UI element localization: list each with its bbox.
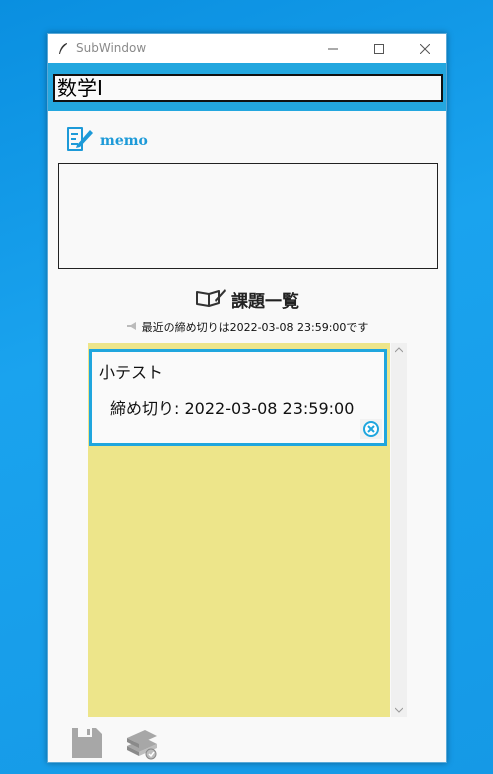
memo-pen-icon	[65, 125, 97, 157]
bottom-toolbar	[48, 724, 446, 762]
nearest-deadline-text: 最近の締め切りは2022-03-08 23:59:00です	[141, 321, 369, 334]
sub-window: SubWindow 数学Ⅰ memo 課題一覧 最近の締め切りは2022-03-…	[47, 33, 447, 763]
tasks-heading-text: 課題一覧	[231, 292, 299, 312]
title-bar[interactable]: SubWindow	[48, 34, 446, 63]
close-circle-icon	[360, 419, 382, 439]
tasks-heading: 課題一覧	[48, 287, 446, 312]
chevron-up-icon	[395, 347, 403, 353]
close-icon	[420, 43, 430, 54]
close-button[interactable]	[402, 34, 446, 63]
window-title: SubWindow	[76, 41, 147, 55]
task-card[interactable]: 小テスト 締め切り: 2022-03-08 23:59:00	[89, 349, 387, 446]
feather-icon	[57, 41, 69, 60]
minimize-icon	[328, 48, 338, 49]
memo-label: memo	[65, 125, 148, 157]
scroll-down-arrow[interactable]	[391, 703, 407, 717]
memo-textarea[interactable]	[58, 163, 438, 269]
books-icon	[127, 730, 157, 760]
task-list-scrollbar[interactable]	[391, 343, 407, 717]
megaphone-icon	[126, 321, 138, 334]
floppy-disk-icon	[72, 728, 102, 758]
task-list-button[interactable]	[124, 728, 160, 762]
memo-label-text: memo	[100, 133, 148, 149]
maximize-button[interactable]	[356, 34, 402, 63]
task-delete-button[interactable]	[360, 419, 382, 443]
save-button[interactable]	[70, 726, 104, 762]
nearest-deadline-note: 最近の締め切りは2022-03-08 23:59:00です	[48, 319, 446, 335]
chevron-down-icon	[395, 707, 403, 713]
task-name: 小テスト	[99, 363, 164, 382]
scroll-up-arrow[interactable]	[391, 343, 407, 357]
open-book-pen-icon	[195, 288, 227, 312]
task-due: 締め切り: 2022-03-08 23:59:00	[110, 399, 355, 418]
minimize-button[interactable]	[310, 34, 356, 63]
maximize-icon	[374, 43, 384, 54]
subject-name-field[interactable]: 数学Ⅰ	[53, 74, 443, 102]
